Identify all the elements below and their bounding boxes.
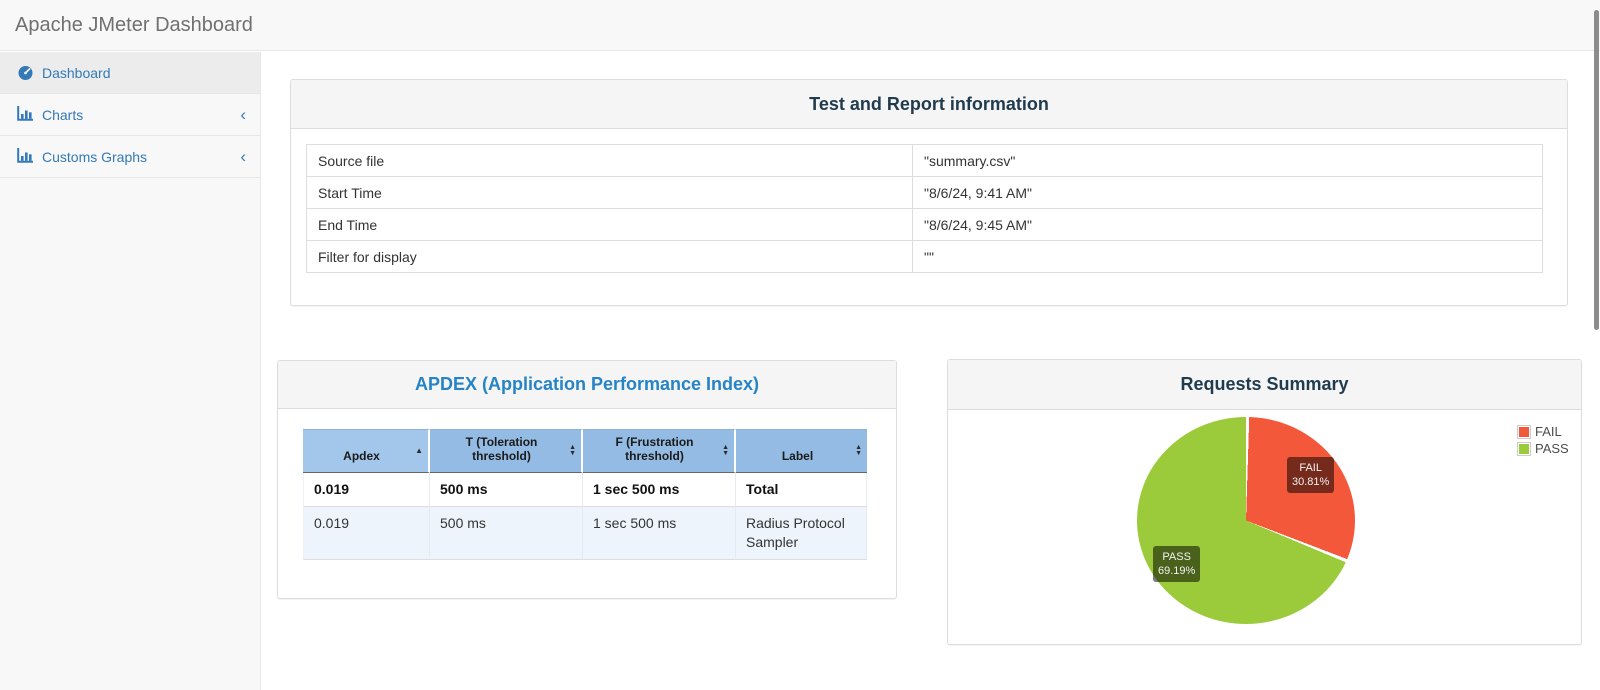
chevron-left-icon: ‹ — [240, 147, 246, 166]
sidebar-item-customs-graphs[interactable]: Customs Graphs ‹ — [0, 136, 260, 178]
column-header-apdex[interactable]: Apdex — [303, 429, 430, 473]
apdex-table: Apdex T (Toleration threshold) F (Frustr… — [303, 429, 867, 560]
pie-label-fail: FAIL 30.81% — [1287, 457, 1335, 493]
table-row: End Time "8/6/24, 9:45 AM" — [306, 208, 1543, 241]
legend-swatch-fail — [1517, 424, 1531, 439]
cell: 1 sec 500 ms — [583, 473, 736, 507]
vertical-scrollbar[interactable] — [1594, 10, 1599, 330]
cell: 500 ms — [430, 473, 583, 507]
apdex-title-link[interactable]: APDEX (Application Performance Index) — [415, 374, 759, 395]
column-header-frustration[interactable]: F (Frustration threshold) — [583, 429, 736, 473]
requests-summary-header: Requests Summary — [948, 360, 1581, 410]
info-value: "" — [912, 240, 1543, 273]
sort-both-icon — [569, 445, 576, 457]
apdex-panel-header: APDEX (Application Performance Index) — [278, 361, 896, 409]
info-label: End Time — [306, 208, 913, 241]
test-info-title: Test and Report information — [809, 93, 1049, 114]
requests-pie-chart: FAIL 30.81% PASS 69.19% FAIL PASS — [948, 410, 1581, 645]
column-header-label: F (Frustration threshold) — [615, 435, 694, 463]
table-row-total: 0.019 500 ms 1 sec 500 ms Total — [303, 473, 867, 507]
legend-item-pass: PASS — [1517, 441, 1569, 456]
cell: 0.019 — [303, 507, 430, 560]
pie-label-pass: PASS 69.19% — [1153, 546, 1201, 582]
test-info-panel: Test and Report information Source file … — [290, 79, 1568, 306]
sidebar-item-dashboard[interactable]: Dashboard — [0, 52, 260, 94]
cell: Radius Protocol Sampler — [736, 507, 867, 560]
cell: Total — [736, 473, 867, 507]
info-label: Filter for display — [306, 240, 913, 273]
sort-asc-icon — [415, 448, 423, 454]
column-header-label: T (Toleration threshold) — [465, 435, 538, 463]
legend-item-fail: FAIL — [1517, 424, 1569, 439]
sidebar-item-charts[interactable]: Charts ‹ — [0, 94, 260, 136]
test-info-panel-header: Test and Report information — [291, 80, 1567, 129]
table-row: 0.019 500 ms 1 sec 500 ms Radius Protoco… — [303, 507, 867, 560]
sidebar-item-label: Customs Graphs — [42, 148, 148, 165]
table-row: Source file "summary.csv" — [306, 144, 1543, 177]
table-row: Filter for display "" — [306, 240, 1543, 273]
table-row: Start Time "8/6/24, 9:41 AM" — [306, 176, 1543, 209]
cell: 0.019 — [303, 473, 430, 507]
cell: 500 ms — [430, 507, 583, 560]
column-header-toleration[interactable]: T (Toleration threshold) — [430, 429, 583, 473]
tachometer-icon — [17, 64, 34, 81]
column-header-label: Apdex — [343, 449, 380, 463]
bar-chart-icon — [17, 148, 34, 165]
apdex-panel: APDEX (Application Performance Index) Ap… — [277, 360, 897, 599]
sort-both-icon — [722, 445, 729, 457]
legend-label: PASS — [1535, 441, 1569, 456]
test-info-table: Source file "summary.csv" Start Time "8/… — [306, 144, 1543, 273]
info-value: "8/6/24, 9:41 AM" — [912, 176, 1543, 209]
sidebar: Dashboard Charts ‹ Customs Graphs ‹ — [0, 52, 261, 690]
requests-pie — [1137, 417, 1355, 624]
pie-label-name: PASS — [1162, 551, 1191, 563]
bar-chart-icon — [17, 106, 34, 123]
requests-summary-title: Requests Summary — [1180, 374, 1349, 394]
cell: 1 sec 500 ms — [583, 507, 736, 560]
legend-label: FAIL — [1535, 424, 1562, 439]
requests-summary-panel: Requests Summary FAIL 30.81% PASS 69.19%… — [947, 359, 1582, 645]
top-navbar: Apache JMeter Dashboard — [0, 0, 1600, 51]
column-header-label: Label — [781, 449, 814, 463]
chevron-left-icon: ‹ — [240, 105, 246, 124]
info-value: "8/6/24, 9:45 AM" — [912, 208, 1543, 241]
legend-swatch-pass — [1517, 441, 1531, 456]
info-label: Start Time — [306, 176, 913, 209]
pie-label-percent: 69.19% — [1158, 565, 1196, 577]
chart-legend: FAIL PASS — [1517, 424, 1569, 458]
info-label: Source file — [306, 144, 913, 177]
sort-both-icon — [855, 445, 862, 457]
sidebar-item-label: Dashboard — [42, 64, 111, 81]
pie-label-name: FAIL — [1299, 462, 1322, 474]
pie-label-percent: 30.81% — [1292, 476, 1330, 488]
app-title: Apache JMeter Dashboard — [15, 14, 253, 36]
sidebar-item-label: Charts — [42, 106, 84, 123]
column-header-label-col[interactable]: Label — [736, 429, 867, 473]
info-value: "summary.csv" — [912, 144, 1543, 177]
